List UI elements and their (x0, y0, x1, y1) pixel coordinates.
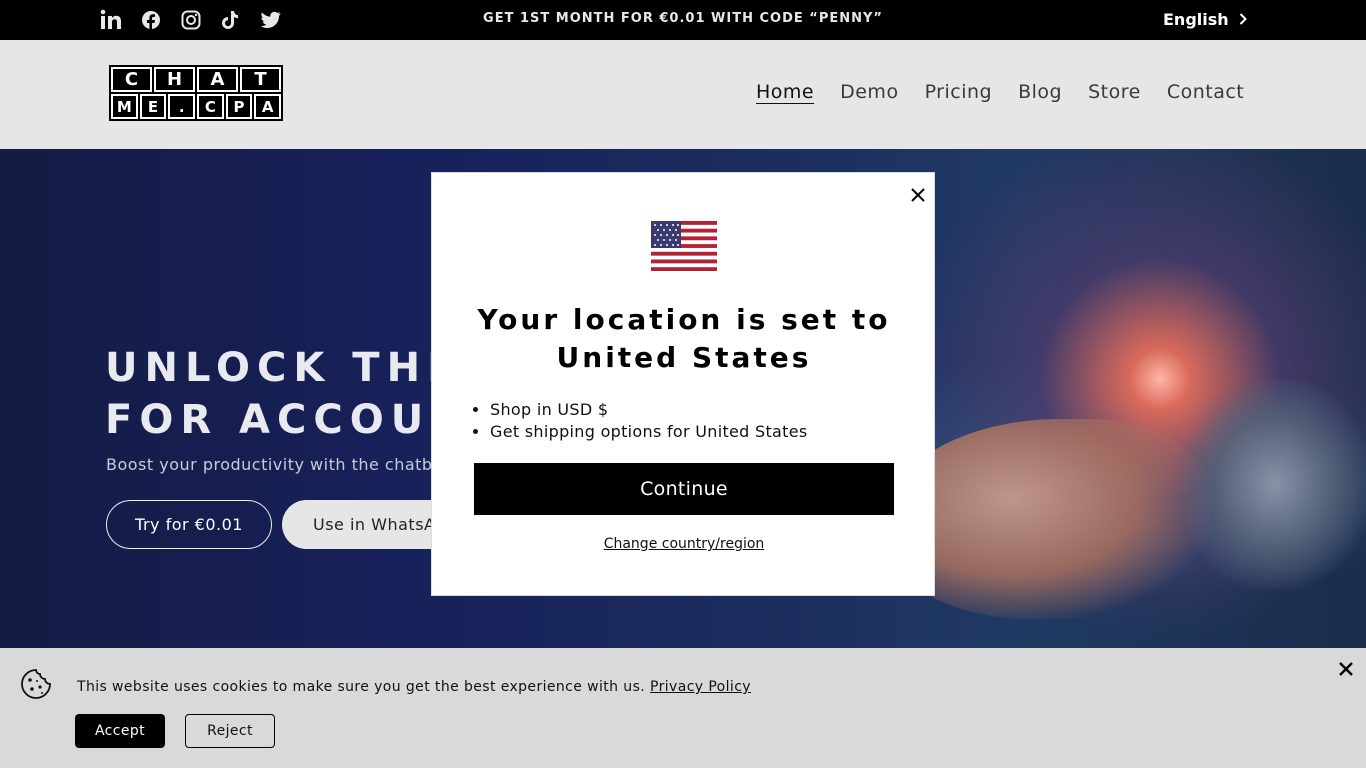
site-header: C H A T M E . C P A Home Demo Pricing Bl… (0, 40, 1366, 149)
logo-letter: H (154, 67, 195, 92)
location-modal: Your location is set to United States Sh… (431, 172, 935, 596)
logo-letter: A (254, 94, 282, 119)
language-label: English (1163, 10, 1229, 29)
logo-letter: . (168, 94, 196, 119)
logo-letter: M (111, 94, 138, 119)
close-icon[interactable] (1337, 660, 1355, 678)
accept-button[interactable]: Accept (75, 714, 165, 748)
logo-letter: C (111, 67, 152, 92)
cookie-text: This website uses cookies to make sure y… (77, 679, 646, 695)
privacy-policy-link[interactable]: Privacy Policy (650, 679, 751, 695)
site-logo[interactable]: C H A T M E . C P A (109, 65, 283, 121)
announcement-bar: GET 1ST MONTH FOR €0.01 WITH CODE “PENNY… (0, 0, 1366, 40)
nav-contact[interactable]: Contact (1167, 81, 1244, 103)
cookie-banner: This website uses cookies to make sure y… (0, 648, 1366, 768)
logo-letter: T (240, 67, 281, 92)
nav-demo[interactable]: Demo (840, 81, 898, 103)
nav-home[interactable]: Home (756, 81, 814, 103)
change-country-link[interactable]: Change country/region (432, 536, 936, 552)
logo-letter: A (197, 67, 238, 92)
main-nav: Home Demo Pricing Blog Store Contact (756, 81, 1244, 103)
continue-button[interactable]: Continue (474, 463, 894, 515)
nav-blog[interactable]: Blog (1018, 81, 1062, 103)
cookie-icon (21, 669, 51, 699)
logo-letter: E (139, 94, 167, 119)
us-flag-icon (651, 221, 717, 271)
chevron-right-icon (1239, 10, 1247, 29)
try-button[interactable]: Try for €0.01 (106, 500, 272, 549)
modal-title-line-1: Your location is set to (477, 303, 891, 336)
logo-letter: C (197, 94, 224, 119)
modal-title-line-2: United States (556, 341, 812, 374)
hero-subtitle: Boost your productivity with the chatbot (106, 455, 450, 474)
hero-robot-image (1180, 379, 1366, 589)
nav-pricing[interactable]: Pricing (925, 81, 993, 103)
list-item: Shop in USD $ (490, 399, 808, 421)
modal-bullets: Shop in USD $ Get shipping options for U… (490, 399, 808, 443)
logo-row-bottom: M E . C P A (111, 94, 282, 119)
announcement-text: GET 1ST MONTH FOR €0.01 WITH CODE “PENNY… (483, 11, 883, 26)
logo-row-top: C H A T (111, 67, 281, 92)
list-item: Get shipping options for United States (490, 421, 808, 443)
modal-title: Your location is set to United States (432, 301, 936, 377)
nav-store[interactable]: Store (1088, 81, 1141, 103)
logo-letter: P (225, 94, 253, 119)
close-icon[interactable] (906, 183, 930, 207)
reject-button[interactable]: Reject (185, 714, 275, 748)
cookie-message: This website uses cookies to make sure y… (77, 679, 751, 695)
language-selector[interactable]: English (1163, 10, 1247, 29)
